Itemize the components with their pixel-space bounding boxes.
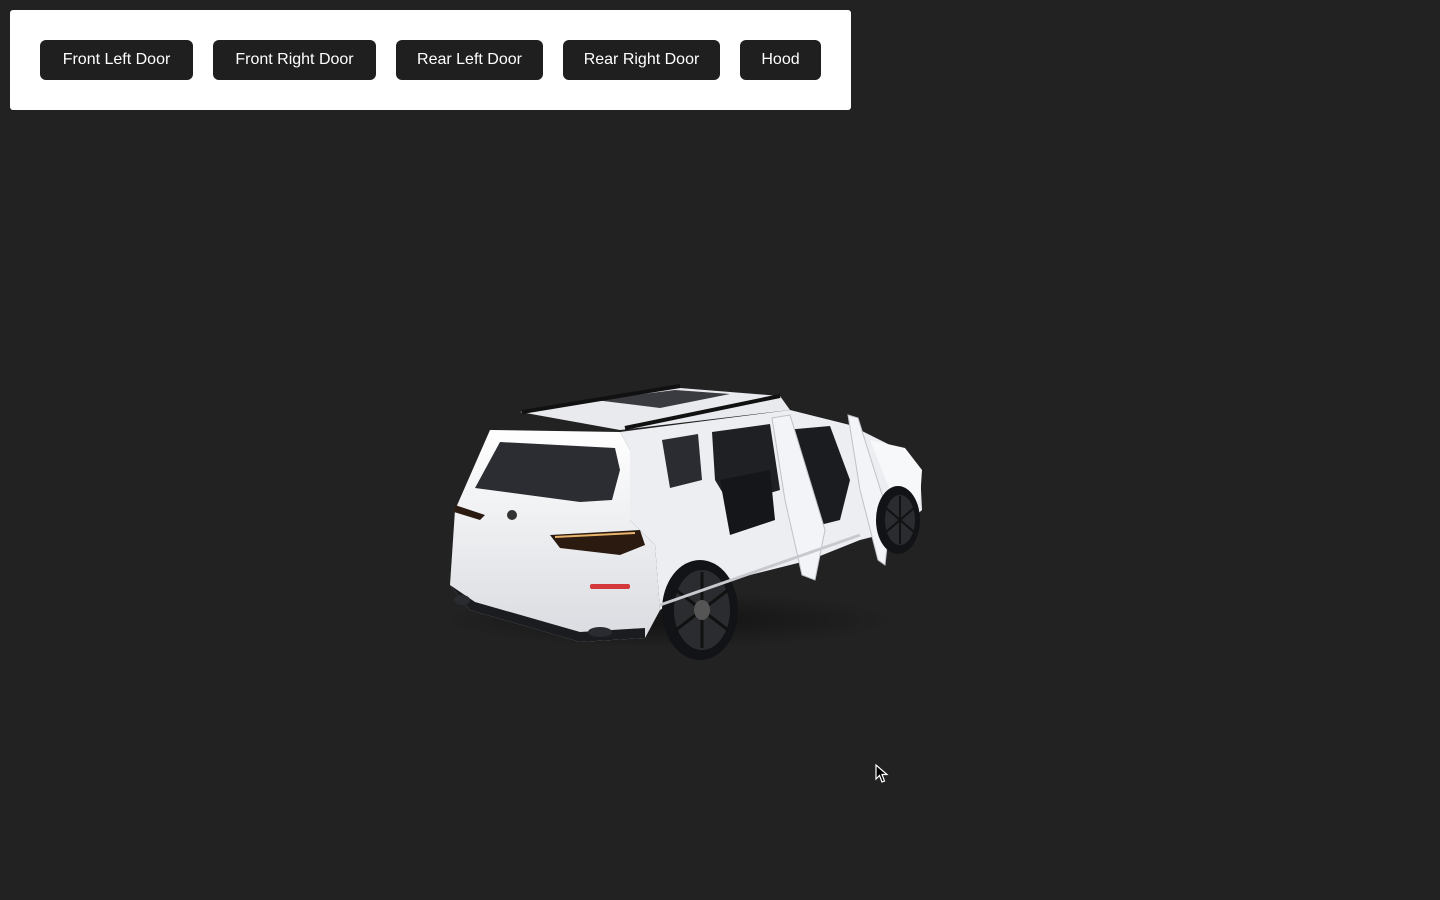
front-right-door-button[interactable]: Front Right Door <box>213 40 376 80</box>
arrow-pointer-icon <box>875 764 889 783</box>
front-left-door-button[interactable]: Front Left Door <box>40 40 193 80</box>
rear-left-door-button[interactable]: Rear Left Door <box>396 40 543 80</box>
door-control-toolbar: Front Left Door Front Right Door Rear Le… <box>10 10 851 110</box>
rear-right-door-button[interactable]: Rear Right Door <box>563 40 720 80</box>
suv-3d-model[interactable] <box>430 370 930 670</box>
hood-button[interactable]: Hood <box>740 40 821 80</box>
3d-viewport-canvas[interactable] <box>0 120 1440 900</box>
